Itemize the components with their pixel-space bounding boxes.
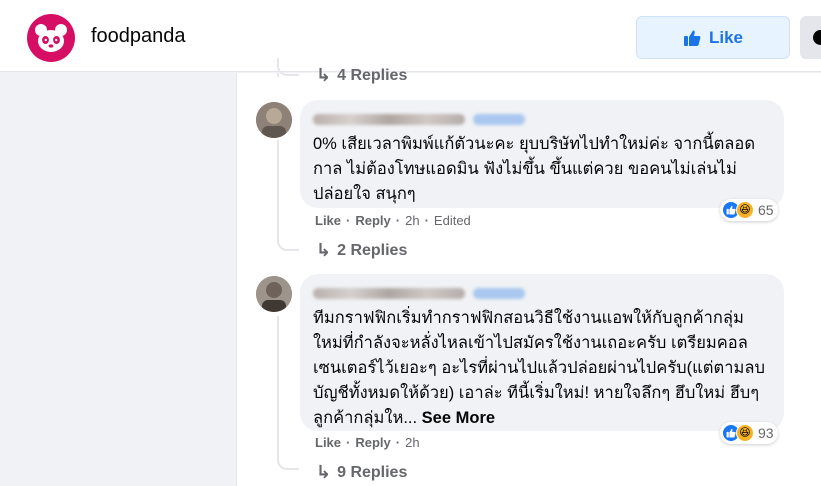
like-page-label: Like: [708, 27, 744, 47]
reaction-count: 93: [758, 425, 774, 441]
thread-elbow: [277, 452, 299, 470]
comment-actions: Like · Reply · 2h: [315, 435, 420, 450]
comment-body: ทีมกราฟฟิกเริ่มทำกราฟฟิกสอนวิธีใช้งานแอพ…: [313, 309, 765, 427]
like-page-button[interactable]: Like: [636, 16, 790, 59]
view-replies-link[interactable]: ↳ 4 Replies: [316, 65, 407, 86]
commenter-avatar[interactable]: [256, 276, 292, 312]
more-options-button[interactable]: [800, 16, 821, 59]
page-title[interactable]: foodpanda: [91, 25, 186, 48]
comment-text: ทีมกราฟฟิกเริ่มทำกราฟฟิกสอนวิธีใช้งานแอพ…: [313, 306, 770, 431]
commenter-name[interactable]: [313, 286, 770, 300]
commenter-name[interactable]: [313, 112, 770, 126]
edited-label: Edited: [433, 213, 471, 228]
comment-bubble: ทีมกราฟฟิกเริ่มทำกราฟฟิกสอนวิธีใช้งานแอพ…: [300, 274, 784, 431]
view-replies-link[interactable]: ↳ 9 Replies: [316, 462, 407, 483]
page-header: foodpanda Like: [0, 0, 821, 72]
thread-line: [277, 140, 279, 233]
reaction-count: 65: [758, 202, 774, 218]
replies-label: 9 Replies: [337, 463, 408, 481]
comment-time[interactable]: 2h: [405, 213, 419, 228]
comment-bubble: 0% เสียเวลาพิมพ์แก้ตัวนะคะ ยุบบริษัทไปทำ…: [300, 100, 784, 208]
haha-reaction-icon: 😆: [736, 201, 754, 219]
panda-face-icon: [35, 24, 67, 52]
blurred-name: [313, 113, 465, 125]
reply-arrow-icon: ↳: [316, 65, 332, 85]
blurred-avatar-icon: [256, 102, 292, 138]
comment-text: 0% เสียเวลาพิมพ์แก้ตัวนะคะ ยุบบริษัทไปทำ…: [313, 135, 756, 203]
thread-line: [277, 73, 279, 77]
reply-arrow-icon: ↳: [316, 240, 332, 260]
thread-elbow: [277, 233, 299, 251]
see-more-link[interactable]: See More: [422, 409, 495, 427]
comment-reply-button[interactable]: Reply: [355, 213, 390, 228]
blurred-name: [313, 287, 465, 299]
blurred-badge: [473, 113, 525, 125]
thread-line: [277, 316, 279, 456]
blurred-avatar-icon: [256, 276, 292, 312]
commenter-avatar[interactable]: [256, 102, 292, 138]
comment-reply-button[interactable]: Reply: [355, 435, 390, 450]
more-icon: [813, 30, 821, 45]
comment-like-button[interactable]: Like: [315, 213, 341, 228]
comment-time[interactable]: 2h: [405, 435, 419, 450]
view-replies-link[interactable]: ↳ 2 Replies: [316, 240, 407, 261]
foodpanda-logo[interactable]: [27, 14, 75, 62]
haha-reaction-icon: 😆: [736, 424, 754, 442]
comment-like-button[interactable]: Like: [315, 435, 341, 450]
thread-elbow: [277, 58, 299, 76]
replies-label: 4 Replies: [337, 66, 408, 84]
reactions-summary[interactable]: 😆 65: [720, 199, 778, 221]
replies-label: 2 Replies: [337, 241, 408, 259]
comment-actions: Like · Reply · 2h · Edited: [315, 213, 471, 228]
reply-arrow-icon: ↳: [316, 462, 332, 482]
reactions-summary[interactable]: 😆 93: [720, 422, 778, 444]
blurred-badge: [473, 287, 525, 299]
thumbs-up-icon: [683, 30, 701, 46]
